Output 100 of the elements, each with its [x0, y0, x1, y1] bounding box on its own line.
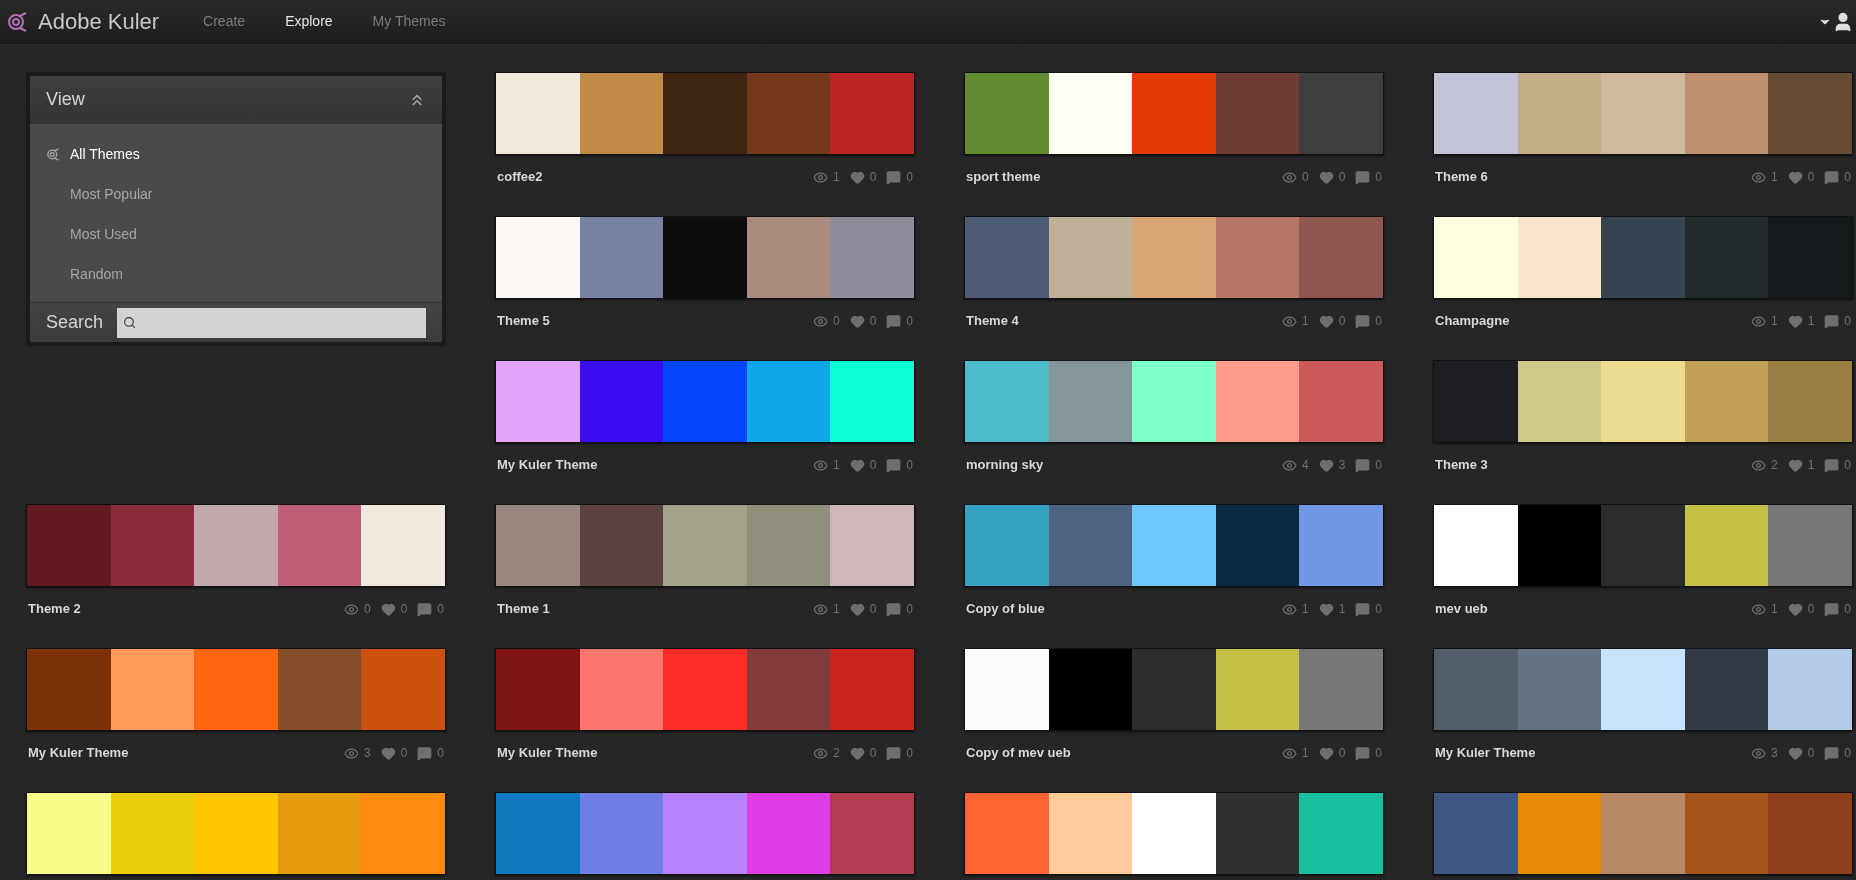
eye-icon [1281, 457, 1297, 473]
comment-icon[interactable] [886, 169, 902, 185]
view-option[interactable]: Most Used [30, 214, 442, 254]
comment-icon[interactable] [1824, 745, 1840, 761]
heart-icon[interactable] [380, 745, 396, 761]
comment-icon[interactable] [1824, 457, 1840, 473]
heart-icon[interactable] [1787, 169, 1803, 185]
comment-icon[interactable] [1355, 601, 1371, 617]
theme-name[interactable]: morning sky [966, 455, 1044, 475]
like-count: 3 [1338, 457, 1346, 474]
like-count: 0 [869, 457, 877, 474]
color-swatch-strip[interactable] [1433, 216, 1853, 299]
comment-count: 0 [1844, 745, 1851, 762]
theme-name[interactable]: mev ueb [1435, 599, 1488, 619]
comment-icon[interactable] [1355, 745, 1371, 761]
like-count: 0 [869, 601, 877, 618]
color-swatch-strip[interactable] [495, 72, 915, 155]
color-swatch-strip[interactable] [964, 72, 1384, 155]
heart-icon[interactable] [1318, 745, 1334, 761]
like-count: 0 [1807, 745, 1815, 762]
color-swatch-strip[interactable] [495, 792, 915, 875]
theme-name[interactable]: Theme 2 [28, 599, 81, 619]
comment-icon[interactable] [1355, 313, 1371, 329]
theme-name[interactable]: Copy of blue [966, 599, 1045, 619]
color-swatch-strip[interactable] [1433, 792, 1853, 875]
comment-icon[interactable] [1824, 601, 1840, 617]
theme-name[interactable]: Copy of mev ueb [966, 743, 1071, 763]
heart-icon[interactable] [1787, 601, 1803, 617]
comment-icon[interactable] [1355, 169, 1371, 185]
color-swatch-strip[interactable] [495, 648, 915, 731]
view-option[interactable]: Most Popular [30, 174, 442, 214]
eye-icon [1281, 169, 1297, 185]
color-swatch-strip[interactable] [1433, 504, 1853, 587]
heart-icon[interactable] [849, 601, 865, 617]
color-swatch-strip[interactable] [26, 648, 446, 731]
view-option[interactable]: Random [30, 254, 442, 294]
eye-icon [1750, 313, 1766, 329]
heart-icon[interactable] [1318, 457, 1334, 473]
theme-name[interactable]: Theme 4 [966, 311, 1019, 331]
color-swatch-strip[interactable] [964, 504, 1384, 587]
view-count: 0 [363, 601, 371, 618]
like-count: 0 [1338, 169, 1346, 186]
color-swatch-strip[interactable] [1433, 72, 1853, 155]
heart-icon[interactable] [849, 169, 865, 185]
view-count: 1 [1770, 313, 1778, 330]
color-swatch-strip[interactable] [1433, 648, 1853, 731]
heart-icon[interactable] [849, 313, 865, 329]
comment-icon[interactable] [1824, 313, 1840, 329]
comment-icon[interactable] [1355, 457, 1371, 473]
color-swatch-strip[interactable] [495, 360, 915, 443]
color-swatch-strip[interactable] [964, 792, 1384, 875]
theme-name[interactable]: My Kuler Theme [497, 455, 598, 475]
heart-icon[interactable] [1318, 313, 1334, 329]
heart-icon[interactable] [380, 601, 396, 617]
theme-name[interactable]: My Kuler Theme [497, 743, 598, 763]
color-swatch-strip[interactable] [964, 648, 1384, 731]
comment-count: 0 [1375, 745, 1382, 762]
nav-tab[interactable]: Create [203, 11, 246, 32]
view-count: 1 [1770, 169, 1778, 186]
search-field[interactable] [117, 307, 426, 338]
comment-icon[interactable] [417, 601, 433, 617]
comment-count: 0 [906, 745, 913, 762]
theme-name[interactable]: coffee2 [497, 167, 543, 187]
color-swatch-strip[interactable] [964, 360, 1384, 443]
heart-icon[interactable] [1787, 457, 1803, 473]
comment-icon[interactable] [886, 457, 902, 473]
heart-icon[interactable] [849, 745, 865, 761]
comment-icon[interactable] [886, 313, 902, 329]
nav-tab[interactable]: My Themes [372, 11, 446, 32]
view-count: 2 [1770, 457, 1778, 474]
like-count: 1 [1807, 457, 1815, 474]
heart-icon[interactable] [849, 457, 865, 473]
comment-count: 0 [1844, 169, 1851, 186]
theme-name[interactable]: Theme 3 [1435, 455, 1488, 475]
comment-icon[interactable] [886, 745, 902, 761]
color-swatch-strip[interactable] [1433, 360, 1853, 443]
color-swatch-strip[interactable] [26, 504, 446, 587]
theme-name[interactable]: My Kuler Theme [28, 743, 129, 763]
theme-name[interactable]: Champagne [1435, 311, 1510, 331]
theme-name[interactable]: sport theme [966, 167, 1041, 187]
brand-name[interactable]: Adobe Kuler [38, 5, 160, 38]
color-swatch-strip[interactable] [964, 216, 1384, 299]
color-swatch-strip[interactable] [495, 216, 915, 299]
heart-icon[interactable] [1318, 601, 1334, 617]
view-count: 1 [1301, 313, 1309, 330]
color-swatch-strip[interactable] [26, 792, 446, 875]
nav-tab[interactable]: Explore [285, 11, 333, 32]
heart-icon[interactable] [1318, 169, 1334, 185]
heart-icon[interactable] [1787, 745, 1803, 761]
theme-name[interactable]: Theme 5 [497, 311, 550, 331]
comment-icon[interactable] [886, 601, 902, 617]
theme-name[interactable]: Theme 1 [497, 599, 550, 619]
view-count: 0 [1301, 169, 1309, 186]
comment-icon[interactable] [1824, 169, 1840, 185]
theme-name[interactable]: Theme 6 [1435, 167, 1488, 187]
view-option[interactable]: All Themes [30, 134, 442, 174]
comment-icon[interactable] [417, 745, 433, 761]
heart-icon[interactable] [1787, 313, 1803, 329]
color-swatch-strip[interactable] [495, 504, 915, 587]
theme-name[interactable]: My Kuler Theme [1435, 743, 1536, 763]
